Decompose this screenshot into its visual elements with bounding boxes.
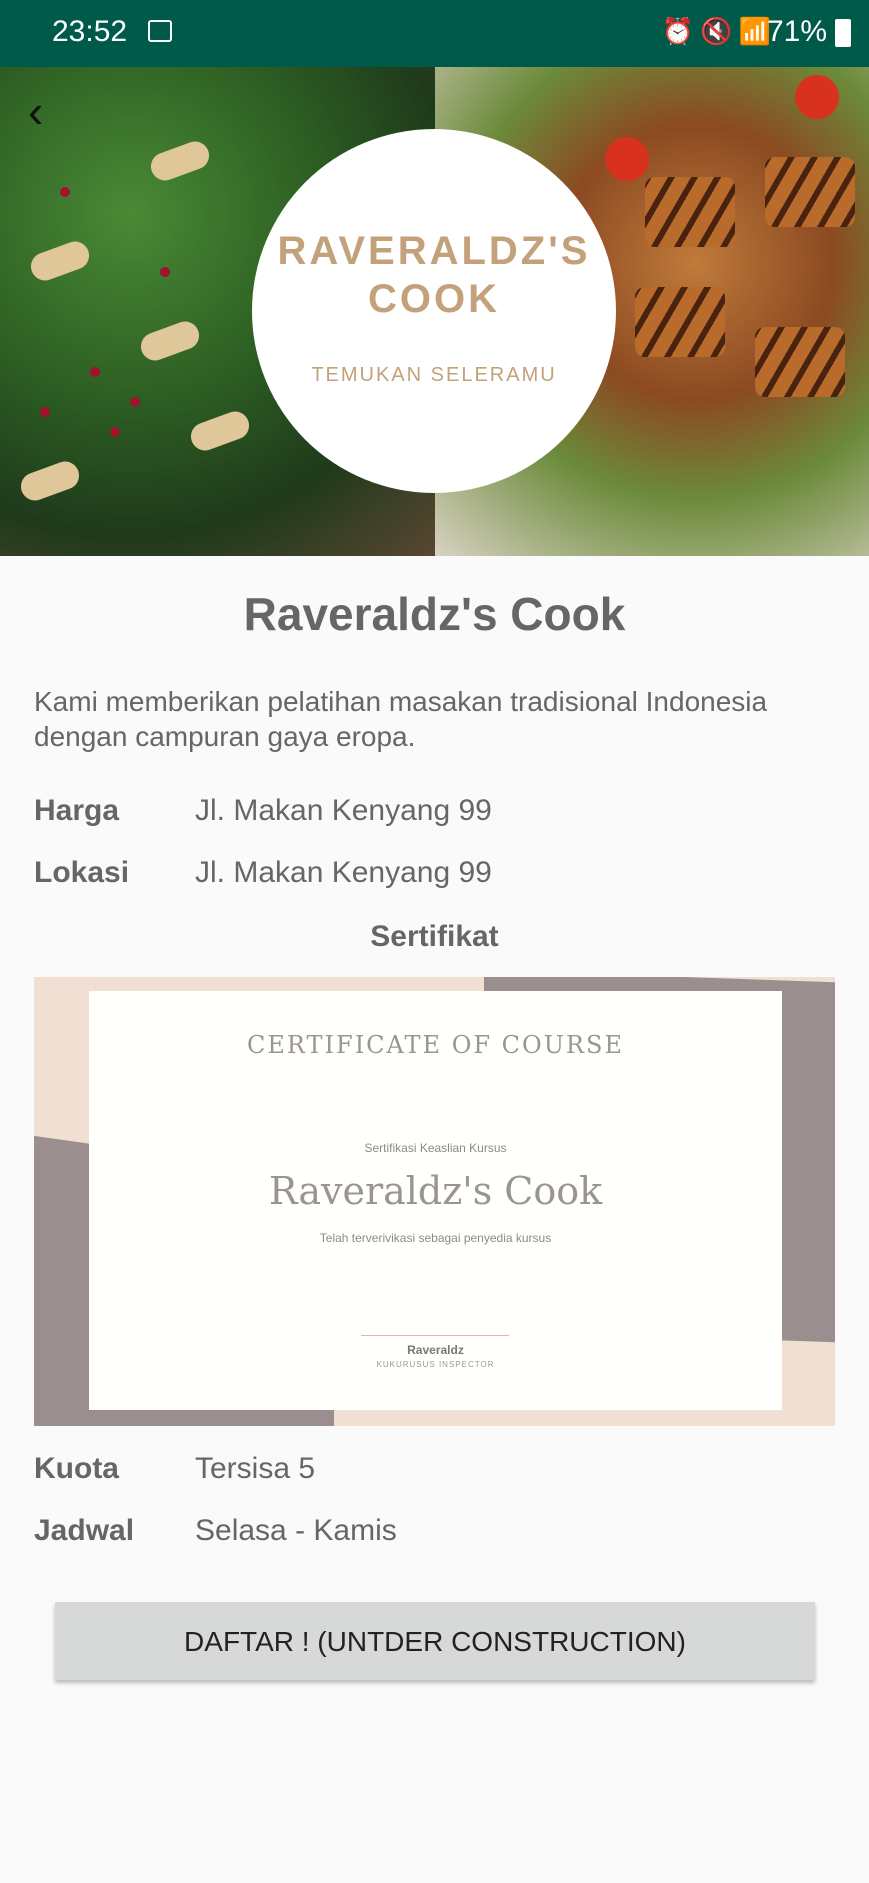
- logo-subtitle: TEMUKAN SELERAMU: [311, 364, 557, 386]
- certificate-sheet: CERTIFICATE OF COURSE Sertifikasi Keasli…: [89, 991, 782, 1410]
- gallery-icon: [148, 20, 172, 42]
- kuota-label: Kuota: [34, 1452, 119, 1485]
- logo: RAVERALDZ'S COOK TEMUKAN SELERAMU: [252, 129, 616, 493]
- hero-banner: ‹ RAVERALDZ'S COOK TEMUKAN SELERAMU: [0, 67, 869, 556]
- lokasi-value: Jl. Makan Kenyang 99: [195, 856, 492, 889]
- status-icons: ⏰🔇📶: [662, 16, 777, 47]
- alarm-icon: ⏰: [661, 16, 701, 46]
- lokasi-label: Lokasi: [34, 856, 130, 889]
- jadwal-value: Selasa - Kamis: [195, 1514, 397, 1547]
- page-title: Raveraldz's Cook: [243, 588, 626, 640]
- certificate-name: Raveraldz's Cook: [268, 1169, 603, 1213]
- certificate-signer-title: KUKURUSUS INSPECTOR: [376, 1360, 495, 1369]
- description: Kami memberikan pelatihan masakan tradis…: [34, 686, 768, 752]
- certificate-image: CERTIFICATE OF COURSE Sertifikasi Keasli…: [34, 977, 835, 1426]
- battery-percent: 71%: [766, 15, 827, 48]
- jadwal-label: Jadwal: [34, 1514, 135, 1547]
- register-button[interactable]: DAFTAR ! (UNTDER CONSTRUCTION): [55, 1602, 815, 1680]
- status-time: 23:52: [52, 15, 128, 48]
- mute-icon: 🔇: [700, 16, 739, 46]
- certificate-subheading: Sertifikasi Keaslian Kursus: [364, 1141, 507, 1155]
- back-arrow-icon[interactable]: ‹: [28, 88, 68, 134]
- kuota-value: Tersisa 5: [195, 1452, 316, 1485]
- certificate-signer: Raveraldz: [407, 1343, 464, 1357]
- certificate-note: Telah terverivikasi sebagai penyedia kur…: [319, 1231, 552, 1245]
- status-bar: 23:52 ⏰🔇📶 71%: [0, 0, 869, 67]
- logo-title: RAVERALDZ'S COOK: [277, 229, 591, 321]
- harga-label: Harga: [34, 794, 120, 827]
- battery-icon: [835, 19, 851, 47]
- sertifikat-heading: Sertifikat: [370, 920, 499, 953]
- harga-value: Jl. Makan Kenyang 99: [195, 794, 492, 827]
- certificate-heading: CERTIFICATE OF COURSE: [247, 1031, 624, 1059]
